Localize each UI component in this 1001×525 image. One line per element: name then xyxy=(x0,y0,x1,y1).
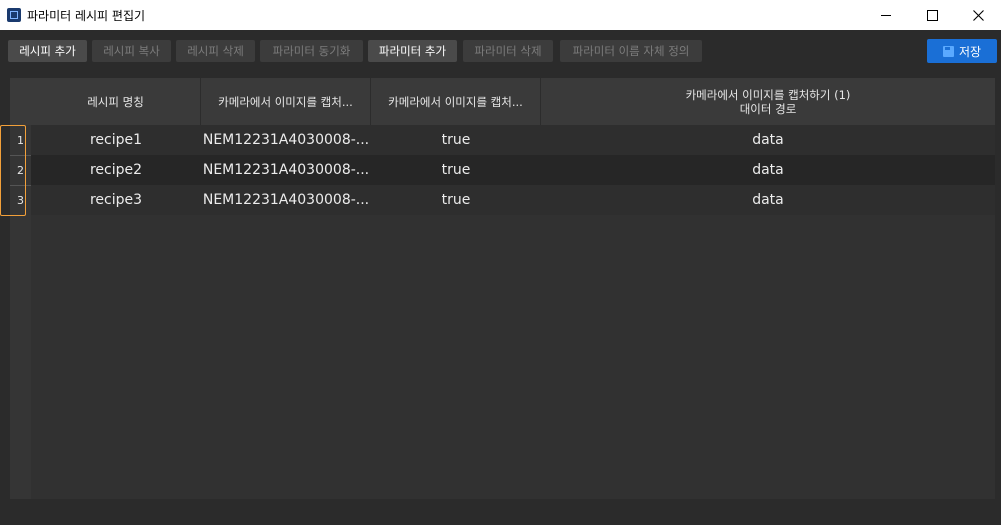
row-header-2[interactable]: 2 xyxy=(10,155,31,185)
cell-capture-2[interactable]: true xyxy=(371,125,541,155)
column-header-line1: 카메라에서 이미지를 캡처하기 (1) xyxy=(685,87,851,102)
recipe-table: 레시피 명칭 카메라에서 이미지를 캡처... 카메라에서 이미지를 캡처...… xyxy=(0,78,995,499)
sync-parameter-button[interactable]: 파라미터 동기화 xyxy=(260,40,363,62)
column-header-recipe-name[interactable]: 레시피 명칭 xyxy=(31,78,201,125)
add-recipe-button[interactable]: 레시피 추가 xyxy=(8,40,87,62)
window-controls xyxy=(863,0,1001,30)
cell-capture-1[interactable]: NEM12231A4030008-... xyxy=(201,125,371,155)
cell-capture-2[interactable]: true xyxy=(371,155,541,185)
toolbar: 레시피 추가 레시피 복사 레시피 삭제 파라미터 동기화 파라미터 추가 파라… xyxy=(0,30,1001,70)
add-parameter-button[interactable]: 파라미터 추가 xyxy=(368,40,457,62)
floppy-disk-icon xyxy=(942,45,954,57)
column-header-capture-2[interactable]: 카메라에서 이미지를 캡처... xyxy=(371,78,541,125)
app-icon xyxy=(7,8,21,22)
table-row[interactable]: recipe2 NEM12231A4030008-... true data xyxy=(31,155,995,185)
cell-recipe-name[interactable]: recipe2 xyxy=(31,155,201,185)
row-header-1[interactable]: 1 xyxy=(10,125,31,155)
cell-data-path[interactable]: data xyxy=(541,125,995,155)
window-title: 파라미터 레시피 편집기 xyxy=(27,8,146,23)
table-row[interactable]: recipe3 NEM12231A4030008-... true data xyxy=(31,185,995,215)
delete-recipe-button[interactable]: 레시피 삭제 xyxy=(176,40,255,62)
save-button-label: 저장 xyxy=(958,44,982,59)
cell-capture-1[interactable]: NEM12231A4030008-... xyxy=(201,185,371,215)
maximize-icon[interactable] xyxy=(909,0,955,30)
column-header-capture-1[interactable]: 카메라에서 이미지를 캡처... xyxy=(201,78,371,125)
cell-recipe-name[interactable]: recipe3 xyxy=(31,185,201,215)
table-corner[interactable] xyxy=(10,78,31,125)
save-button[interactable]: 저장 xyxy=(927,39,997,63)
title-bar: 파라미터 레시피 편집기 xyxy=(0,0,1001,30)
cell-data-path[interactable]: data xyxy=(541,185,995,215)
table-row[interactable]: recipe1 NEM12231A4030008-... true data xyxy=(31,125,995,155)
copy-recipe-button[interactable]: 레시피 복사 xyxy=(92,40,171,62)
cell-capture-1[interactable]: NEM12231A4030008-... xyxy=(201,155,371,185)
cell-data-path[interactable]: data xyxy=(541,155,995,185)
close-icon[interactable] xyxy=(955,0,1001,30)
minimize-icon[interactable] xyxy=(863,0,909,30)
cell-recipe-name[interactable]: recipe1 xyxy=(31,125,201,155)
column-header-capture-data-path[interactable]: 카메라에서 이미지를 캡처하기 (1) 대이터 경로 xyxy=(541,78,995,125)
cell-capture-2[interactable]: true xyxy=(371,185,541,215)
column-header-line2: 대이터 경로 xyxy=(739,101,797,116)
table-header: 레시피 명칭 카메라에서 이미지를 캡처... 카메라에서 이미지를 캡처...… xyxy=(31,78,995,125)
custom-parameter-name-button[interactable]: 파라미터 이름 자체 정의 xyxy=(560,40,702,62)
delete-parameter-button[interactable]: 파라미터 삭제 xyxy=(463,40,553,62)
row-header-3[interactable]: 3 xyxy=(10,185,31,215)
